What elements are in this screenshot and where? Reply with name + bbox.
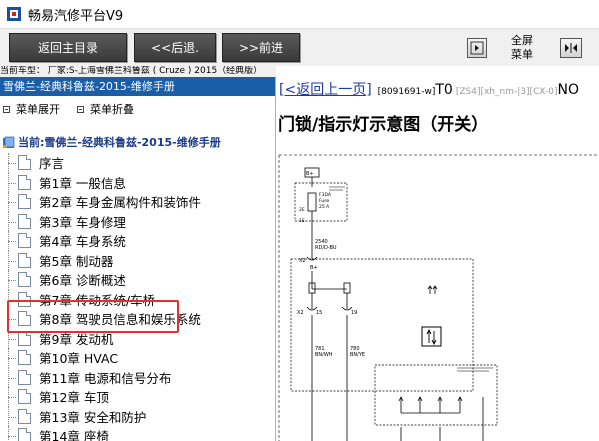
document-icon: [18, 330, 31, 346]
b-plus-top-label: B+: [306, 171, 314, 177]
tree-item-chapter-5[interactable]: 第5章 制动器: [0, 250, 275, 270]
home-button[interactable]: 返回主目录: [9, 33, 127, 62]
content-panel: [<返回上一页] [8091691-w] T0 [ZS4][xh_nm-|3][…: [277, 77, 599, 441]
back-to-previous-link[interactable]: [<返回上一页]: [279, 79, 372, 99]
title-bar: 畅易汽修平台V9: [0, 0, 599, 28]
panel-arrow-icon: [470, 41, 484, 55]
fullscreen-menu-label: 全屏 菜单: [511, 34, 533, 61]
book-icon: [3, 136, 15, 148]
collapse-panel-button[interactable]: [467, 38, 487, 58]
wire-1-color: BN/WH: [315, 352, 333, 358]
document-icon: [18, 252, 31, 268]
chapter-list: 序言 第1章 一般信息 第2章 车身金属构件和装饰件 第3章 车身修理 第4章 …: [0, 153, 275, 441]
tree-item-chapter-1[interactable]: 第1章 一般信息: [0, 172, 275, 192]
tree-root[interactable]: 当前:雪佛兰-经典科鲁兹-2015-维修手册: [2, 134, 221, 150]
forward-button[interactable]: >>前进: [222, 33, 300, 62]
document-icon: [18, 350, 31, 366]
expand-all-button[interactable]: 菜单展开: [3, 101, 60, 117]
wire-color: RD/D-BU: [315, 245, 337, 251]
fuse-pin-b: 1E: [299, 218, 305, 224]
document-icon: [18, 291, 31, 307]
pin-15-label: 15: [316, 310, 322, 316]
document-icon: [18, 233, 31, 249]
tree-item-preface[interactable]: 序言: [0, 153, 275, 173]
wiring-diagram: B+ F3DA Fuse 25 A 2E 1E 2540 RD/D-BU X2 …: [278, 154, 599, 441]
fuse-name: F3DA: [319, 192, 332, 198]
tree-item-chapter-9[interactable]: 第9章 发动机: [0, 328, 275, 348]
tree-item-chapter-4[interactable]: 第4章 车身系统: [0, 231, 275, 251]
collapse-icon: [77, 105, 84, 113]
tree-item-chapter-12[interactable]: 第12章 车顶: [0, 387, 275, 407]
fullscreen-button[interactable]: [560, 38, 582, 58]
document-header: [<返回上一页] [8091691-w] T0 [ZS4][xh_nm-|3][…: [277, 77, 599, 99]
document-icon: [18, 213, 31, 229]
tree-item-chapter-14[interactable]: 第14章 座椅: [0, 426, 275, 441]
document-icon: [18, 311, 31, 327]
tree-item-chapter-3[interactable]: 第3章 车身修理: [0, 211, 275, 231]
manual-header: 雪佛兰-经典科鲁兹-2015-维修手册: [0, 77, 275, 96]
tree-item-chapter-8[interactable]: 第8章 驾驶员信息和娱乐系统: [0, 309, 275, 329]
toolbar: 返回主目录 <<后退. >>前进 全屏 菜单: [0, 28, 599, 66]
tree-item-chapter-10[interactable]: 第10章 HVAC: [0, 348, 275, 368]
pin-19-label: 19: [351, 310, 357, 316]
b-plus-mid-label: B+: [310, 265, 318, 271]
document-no: NO: [557, 82, 580, 98]
manual-tree-panel: 雪佛兰-经典科鲁兹-2015-维修手册 菜单展开 菜单折叠 当前:雪佛兰-经典科…: [0, 77, 276, 441]
page-title: 门锁/指示灯示意图（开关）: [278, 115, 489, 135]
document-icon: [18, 389, 31, 405]
tree-controls: 菜单展开 菜单折叠: [0, 100, 275, 118]
document-icon: [18, 194, 31, 210]
expand-icon: [3, 105, 10, 113]
collapse-all-button[interactable]: 菜单折叠: [77, 101, 134, 117]
wire-2-color: BN/YE: [350, 352, 365, 358]
document-icon: [18, 272, 31, 288]
document-icon: [18, 369, 31, 385]
app-logo-icon: [6, 6, 22, 22]
document-t0: T0: [435, 82, 453, 98]
connector-x2-bottom: X2: [297, 310, 304, 316]
fullscreen-icon: [565, 43, 577, 53]
document-icon: [18, 408, 31, 424]
document-icon: [18, 428, 31, 441]
document-code: [8091691-w]: [377, 87, 436, 97]
fuse-text: Fuse: [319, 198, 330, 204]
current-model-info: 当前车型： 厂家:S-上海雪佛兰科鲁兹 ( Cruze ) 2015（经典版）: [0, 66, 276, 77]
document-icon: [18, 155, 31, 171]
window-title: 畅易汽修平台V9: [28, 8, 124, 24]
fuse-pin-a: 2E: [299, 207, 305, 213]
tree-item-chapter-11[interactable]: 第11章 电源和信号分布: [0, 367, 275, 387]
document-tags: [ZS4][xh_nm-|3][CX-0]: [455, 87, 558, 97]
document-icon: [18, 174, 31, 190]
tree-item-chapter-7[interactable]: 第7章 传动系统/车桥: [0, 289, 275, 309]
back-button[interactable]: <<后退.: [134, 33, 216, 62]
fuse-rating: 25 A: [319, 204, 330, 210]
tree-item-chapter-2[interactable]: 第2章 车身金属构件和装饰件: [0, 192, 275, 212]
tree-item-chapter-6[interactable]: 第6章 诊断概述: [0, 270, 275, 290]
tree-item-chapter-13[interactable]: 第13章 安全和防护: [0, 406, 275, 426]
